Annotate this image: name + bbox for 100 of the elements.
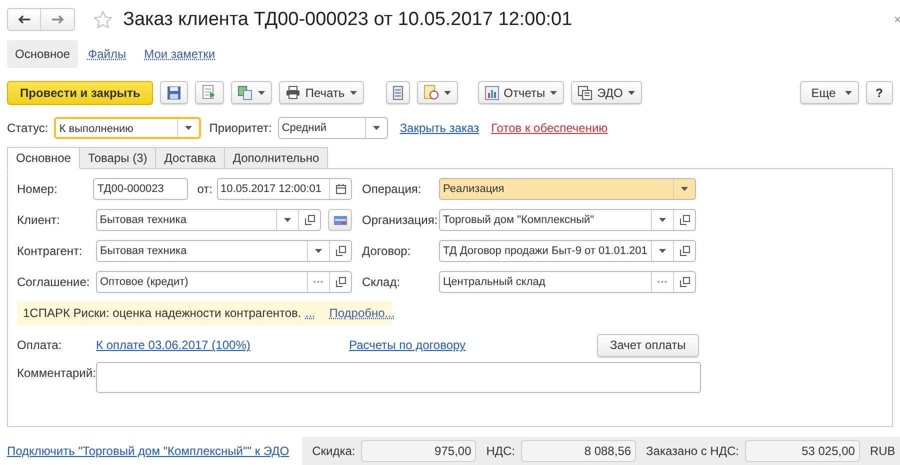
open-window-icon xyxy=(680,277,690,288)
input-field[interactable]: Оптовое (кредит) xyxy=(96,271,352,294)
input-field[interactable]: 10.05.2017 12:00:01 xyxy=(216,178,352,200)
copy-documents-icon xyxy=(238,86,254,100)
form-tab[interactable]: Товары (3) xyxy=(78,146,156,170)
more-button[interactable]: Еще xyxy=(800,81,859,104)
status-link[interactable]: Готов к обеспечению xyxy=(491,118,608,137)
open-window-icon xyxy=(336,246,346,256)
field-label: Контрагент: xyxy=(17,243,84,260)
payment-offset-button[interactable]: Зачет оплаты xyxy=(597,334,699,357)
input-field[interactable]: Средний xyxy=(278,116,388,139)
input-field[interactable]: Реализация xyxy=(439,178,696,200)
more-dots-link[interactable]: ... xyxy=(305,304,316,322)
caret-icon xyxy=(659,218,666,222)
create-based-on-button[interactable] xyxy=(231,81,272,104)
star-icon[interactable] xyxy=(93,10,113,30)
printer-icon xyxy=(286,86,300,100)
total-label: НДС: xyxy=(486,443,516,460)
field-label: Клиент: xyxy=(17,212,61,230)
form-tab[interactable]: Основное xyxy=(7,146,80,170)
card-button[interactable] xyxy=(328,209,352,232)
input-field[interactable]: Бытовая техника xyxy=(96,209,322,232)
field-value: Реализация xyxy=(442,182,506,198)
status-label: Статус: xyxy=(7,120,48,137)
caret-icon xyxy=(185,126,192,130)
list-icon xyxy=(392,86,403,100)
field-value: Бытовая техника xyxy=(98,213,188,228)
caret-icon xyxy=(659,249,666,254)
field-label: Комментарий: xyxy=(17,365,96,382)
reports-button[interactable]: Отчеты xyxy=(478,81,564,104)
caret-icon xyxy=(444,90,451,95)
caret-icon xyxy=(258,90,266,95)
form-tab[interactable]: Дополнительно xyxy=(224,146,328,170)
comment-field[interactable] xyxy=(96,362,701,394)
field-label: Организация: xyxy=(362,212,439,230)
priority-label: Приоритет: xyxy=(209,120,272,137)
open-window-icon xyxy=(680,246,690,256)
document-clock-icon xyxy=(424,85,439,100)
status-link[interactable]: Закрыть заказ xyxy=(400,118,480,137)
caret-icon xyxy=(284,218,292,222)
payment-link[interactable]: К оплате 03.06.2017 (100%) xyxy=(96,336,349,354)
post-and-close-button[interactable]: Провести и закрыть xyxy=(7,80,154,105)
open-window-icon xyxy=(680,215,690,226)
chart-report-icon xyxy=(484,86,499,100)
field-label: Склад: xyxy=(362,274,402,292)
card-icon xyxy=(334,216,347,225)
connect-edo-link[interactable]: Подключить "Торговый дом "Комплексный"" к ЭДО xyxy=(7,442,290,460)
window-title: Заказ клиента ТД00-000023 от 10.05.2017 12:00:01 xyxy=(123,8,572,32)
caret-icon xyxy=(550,90,558,95)
nav-tab[interactable]: Мои заметки xyxy=(136,40,224,68)
close-icon[interactable] xyxy=(894,16,900,24)
field-value: Центральный склад xyxy=(442,275,546,290)
input-field[interactable]: Бытовая техника xyxy=(96,240,352,262)
input-field[interactable]: Центральный склад xyxy=(439,271,696,294)
form-tab[interactable]: Доставка xyxy=(155,146,225,170)
field-value: 10.05.2017 12:00:01 xyxy=(220,182,322,198)
open-window-icon xyxy=(304,215,315,226)
field-label: Оплата: xyxy=(17,337,63,354)
print-button[interactable]: Печать xyxy=(279,81,364,104)
open-window-icon xyxy=(336,277,346,288)
total-label: Скидка: xyxy=(312,443,356,460)
field-label: Договор: xyxy=(362,243,412,260)
caret-icon xyxy=(372,126,380,130)
caret-icon xyxy=(844,90,852,95)
caret-icon xyxy=(681,187,688,192)
arrow-left-icon xyxy=(18,15,30,24)
input-field[interactable]: ТД00-000023 xyxy=(93,178,188,200)
currency-label: RUB xyxy=(870,443,896,460)
total-value: 53 025,00 xyxy=(744,440,860,462)
nav-tab[interactable]: Основное xyxy=(7,40,78,68)
field-label: Операция: xyxy=(362,181,422,198)
field-label: Номер: xyxy=(17,181,58,198)
field-label: Соглашение: xyxy=(17,274,91,292)
contract-settlements-link[interactable]: Расчеты по договору xyxy=(349,336,597,354)
input-field[interactable]: Торговый дом "Комплексный" xyxy=(439,209,696,232)
total-value: 8 088,56 xyxy=(521,440,636,462)
field-value: Торговый дом "Комплексный" xyxy=(442,213,596,228)
total-value: 975,00 xyxy=(361,440,476,462)
post-button[interactable] xyxy=(195,81,224,104)
help-button[interactable]: ? xyxy=(866,81,893,104)
input-field[interactable]: К выполнению xyxy=(54,116,202,139)
save-button[interactable] xyxy=(160,81,188,104)
edo-button[interactable]: ЭДО xyxy=(571,81,642,104)
field-label: от: xyxy=(197,181,213,198)
documents-icon xyxy=(578,86,592,100)
ellipsis-icon xyxy=(658,281,667,284)
ellipsis-icon xyxy=(314,281,323,284)
details-link[interactable]: Подробно... xyxy=(329,304,395,322)
field-value: К выполнению xyxy=(58,122,134,137)
banner-text: 1СПАРК Риски: оценка надежности контрагентов. xyxy=(23,305,302,322)
document-arrow-icon xyxy=(202,85,218,100)
nav-tab[interactable]: Файлы xyxy=(80,40,134,68)
field-value: Средний xyxy=(280,120,328,136)
list-button[interactable] xyxy=(386,81,410,104)
arrow-right-icon xyxy=(52,15,64,24)
attachment-button[interactable] xyxy=(416,81,458,104)
input-field[interactable]: ТД Договор продажи Быт-9 от 01.01.201 xyxy=(439,240,696,262)
field-value: Бытовая техника xyxy=(99,244,188,260)
total-label: Заказано с НДС: xyxy=(646,443,739,460)
calendar-icon xyxy=(336,184,346,194)
